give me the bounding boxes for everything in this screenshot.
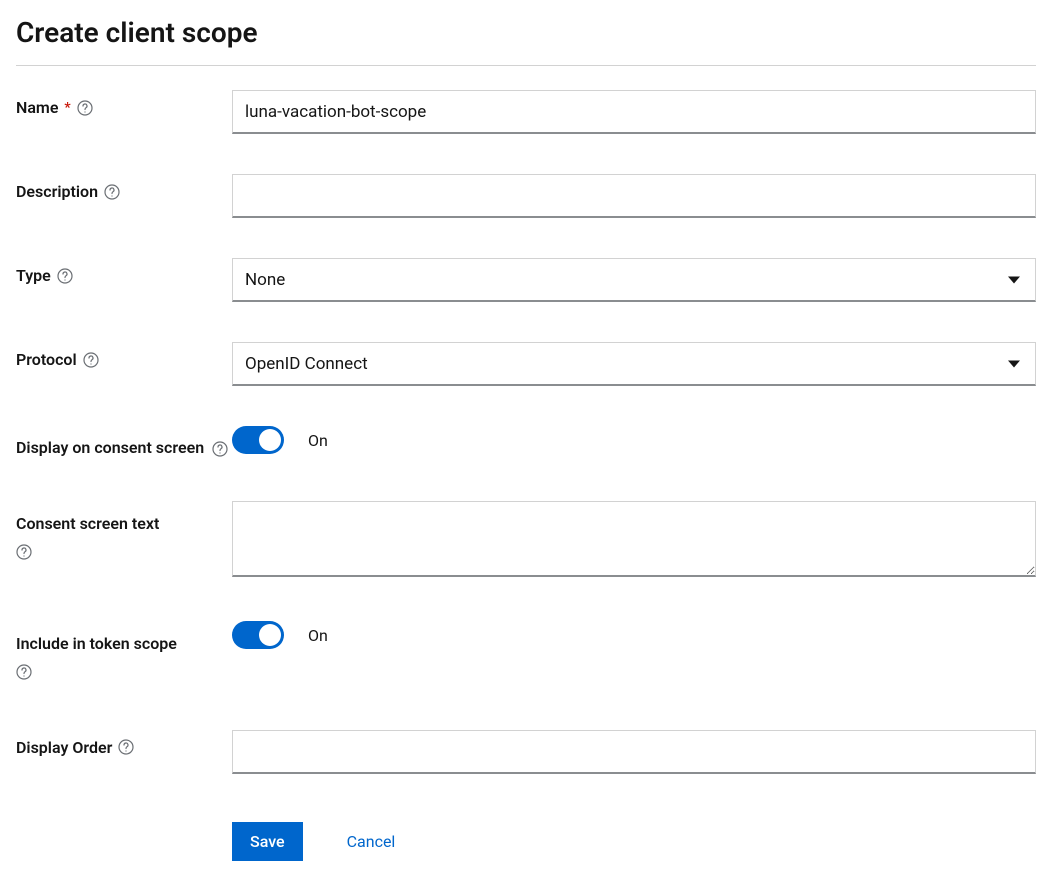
row-display-consent: Display on consent screen On xyxy=(16,426,1036,461)
display-consent-label-text: Display on consent screen xyxy=(16,438,204,457)
display-consent-status: On xyxy=(308,431,328,450)
page-title: Create client scope xyxy=(16,16,1036,66)
label-description: Description xyxy=(16,174,232,201)
help-icon[interactable] xyxy=(57,268,73,284)
display-order-input[interactable] xyxy=(232,730,1036,774)
type-select[interactable]: None xyxy=(232,258,1036,302)
label-type: Type xyxy=(16,258,232,285)
switch-knob xyxy=(259,624,281,646)
row-include-token: Include in token scope On xyxy=(16,621,1036,690)
display-consent-switch[interactable] xyxy=(232,426,284,454)
row-display-order: Display Order xyxy=(16,730,1036,774)
switch-knob xyxy=(259,429,281,451)
help-icon[interactable] xyxy=(118,739,134,755)
name-input[interactable] xyxy=(232,90,1036,134)
protocol-select[interactable]: OpenID Connect xyxy=(232,342,1036,386)
display-order-label-text: Display Order xyxy=(16,738,112,757)
label-name: Name * xyxy=(16,90,232,117)
help-icon[interactable] xyxy=(16,664,32,680)
row-name: Name * xyxy=(16,90,1036,134)
protocol-label-text: Protocol xyxy=(16,350,77,369)
consent-text-label-text: Consent screen text xyxy=(16,514,159,533)
help-icon[interactable] xyxy=(16,544,32,560)
include-token-label-text: Include in token scope xyxy=(16,634,177,653)
save-button[interactable]: Save xyxy=(232,822,303,861)
required-star-icon: * xyxy=(64,100,70,116)
help-icon[interactable] xyxy=(104,184,120,200)
help-icon[interactable] xyxy=(83,352,99,368)
row-consent-text: Consent screen text xyxy=(16,501,1036,581)
label-display-consent: Display on consent screen xyxy=(16,426,232,461)
label-include-token: Include in token scope xyxy=(16,621,232,690)
label-consent-text: Consent screen text xyxy=(16,501,232,570)
row-description: Description xyxy=(16,174,1036,218)
description-input[interactable] xyxy=(232,174,1036,218)
label-display-order: Display Order xyxy=(16,730,232,757)
help-icon[interactable] xyxy=(212,441,228,457)
description-label-text: Description xyxy=(16,182,98,201)
label-protocol: Protocol xyxy=(16,342,232,369)
include-token-status: On xyxy=(308,626,328,645)
help-icon[interactable] xyxy=(77,100,93,116)
consent-text-textarea[interactable] xyxy=(232,501,1036,577)
include-token-switch[interactable] xyxy=(232,621,284,649)
cancel-button[interactable]: Cancel xyxy=(347,832,396,851)
type-label-text: Type xyxy=(16,266,51,285)
row-type: Type None xyxy=(16,258,1036,302)
name-label-text: Name xyxy=(16,98,58,117)
row-protocol: Protocol OpenID Connect xyxy=(16,342,1036,386)
button-row: Save Cancel xyxy=(232,822,1036,861)
